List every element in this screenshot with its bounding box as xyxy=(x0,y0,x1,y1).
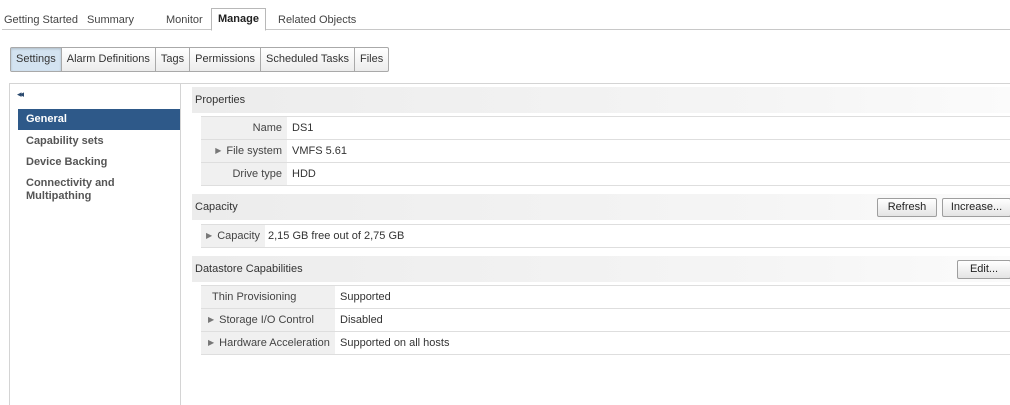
property-row-file-system: ▶ File system VMFS 5.61 xyxy=(201,139,1010,163)
tab-manage[interactable]: Manage xyxy=(211,8,266,31)
subtab-permissions[interactable]: Permissions xyxy=(190,48,262,71)
capacity-table: ▶ Capacity 2,15 GB free out of 2,75 GB xyxy=(201,224,1010,248)
properties-table: Name DS1 ▶ File system VMFS 5.61 Drive ty… xyxy=(201,116,1010,186)
settings-panel: ◂◂ General Capability sets Device Backin… xyxy=(9,83,1010,405)
capability-row-hardware-acceleration: ▶ Hardware Acceleration Supported on all … xyxy=(201,331,1010,355)
capabilities-table: Thin Provisioning Supported ▶ Storage I/O… xyxy=(201,285,1010,355)
capacity-title: Capacity xyxy=(195,201,238,213)
manage-settings-view: Getting Started Summary Monitor Manage R… xyxy=(0,0,1010,405)
collapse-nav-icon[interactable]: ◂◂ xyxy=(17,89,24,100)
subtab-tags[interactable]: Tags xyxy=(156,48,191,71)
capability-label-cell: ▶ Hardware Acceleration xyxy=(201,331,335,355)
increase-button[interactable]: Increase... xyxy=(942,198,1010,217)
capacity-header: Capacity Refresh Increase... xyxy=(192,194,1010,220)
properties-title: Properties xyxy=(195,94,246,106)
capacity-value: 2,15 GB free out of 2,75 GB xyxy=(265,224,1010,248)
tab-getting-started[interactable]: Getting Started xyxy=(4,10,78,30)
property-row-drive-type: Drive type HDD xyxy=(201,162,1010,186)
property-value: HDD xyxy=(287,162,1010,186)
top-tab-bar: Getting Started Summary Monitor Manage R… xyxy=(2,0,1010,31)
general-content: Properties Name DS1 ▶ File system VMFS 5.… xyxy=(192,84,1010,405)
subtab-files[interactable]: Files xyxy=(355,48,388,71)
expand-arrow-icon[interactable]: ▶ xyxy=(208,315,214,324)
property-label: Name xyxy=(201,116,287,140)
capability-value: Disabled xyxy=(335,308,1010,332)
edit-button[interactable]: Edit... xyxy=(957,260,1010,279)
capability-label: Thin Provisioning xyxy=(201,285,335,309)
subtab-alarm-definitions[interactable]: Alarm Definitions xyxy=(62,48,156,71)
nav-item-connectivity-line1: Connectivity and xyxy=(26,177,115,189)
property-label: File system xyxy=(226,145,282,157)
property-label-cell: ▶ File system xyxy=(201,139,287,163)
expand-arrow-icon[interactable]: ▶ xyxy=(215,146,221,155)
capability-value: Supported xyxy=(335,285,1010,309)
nav-item-connectivity-line2: Multipathing xyxy=(26,190,92,202)
sub-tab-bar: Settings Alarm Definitions Tags Permissi… xyxy=(10,47,390,72)
tab-summary[interactable]: Summary xyxy=(87,10,134,30)
capability-label-cell: ▶ Storage I/O Control xyxy=(201,308,335,332)
nav-item-connectivity[interactable]: Connectivity and Multipathing xyxy=(10,177,180,203)
subtab-settings[interactable]: Settings xyxy=(11,48,62,71)
expand-arrow-icon[interactable]: ▶ xyxy=(206,231,212,240)
property-row-name: Name DS1 xyxy=(201,116,1010,140)
nav-item-capability-sets[interactable]: Capability sets xyxy=(10,135,180,148)
subtab-scheduled-tasks[interactable]: Scheduled Tasks xyxy=(261,48,356,71)
capability-label: Hardware Acceleration xyxy=(219,337,330,349)
properties-header: Properties xyxy=(192,87,1010,113)
capacity-label: Capacity xyxy=(217,230,260,242)
property-value: DS1 xyxy=(287,116,1010,140)
tab-related-objects[interactable]: Related Objects xyxy=(278,10,356,30)
property-value: VMFS 5.61 xyxy=(287,139,1010,163)
nav-item-device-backing[interactable]: Device Backing xyxy=(10,156,180,169)
capability-row-thin-provisioning: Thin Provisioning Supported xyxy=(201,285,1010,309)
property-label: Drive type xyxy=(201,162,287,186)
nav-item-general[interactable]: General xyxy=(18,109,180,130)
expand-arrow-icon[interactable]: ▶ xyxy=(208,338,214,347)
refresh-button[interactable]: Refresh xyxy=(877,198,937,217)
capability-row-storage-io: ▶ Storage I/O Control Disabled xyxy=(201,308,1010,332)
capability-label: Storage I/O Control xyxy=(219,314,314,326)
capacity-row: ▶ Capacity 2,15 GB free out of 2,75 GB xyxy=(201,224,1010,248)
capacity-label-cell: ▶ Capacity xyxy=(201,224,265,248)
settings-nav: ◂◂ General Capability sets Device Backin… xyxy=(10,84,181,405)
capability-value: Supported on all hosts xyxy=(335,331,1010,355)
capabilities-header: Datastore Capabilities Edit... xyxy=(192,256,1010,282)
capabilities-title: Datastore Capabilities xyxy=(195,263,303,275)
tab-monitor[interactable]: Monitor xyxy=(166,10,203,30)
